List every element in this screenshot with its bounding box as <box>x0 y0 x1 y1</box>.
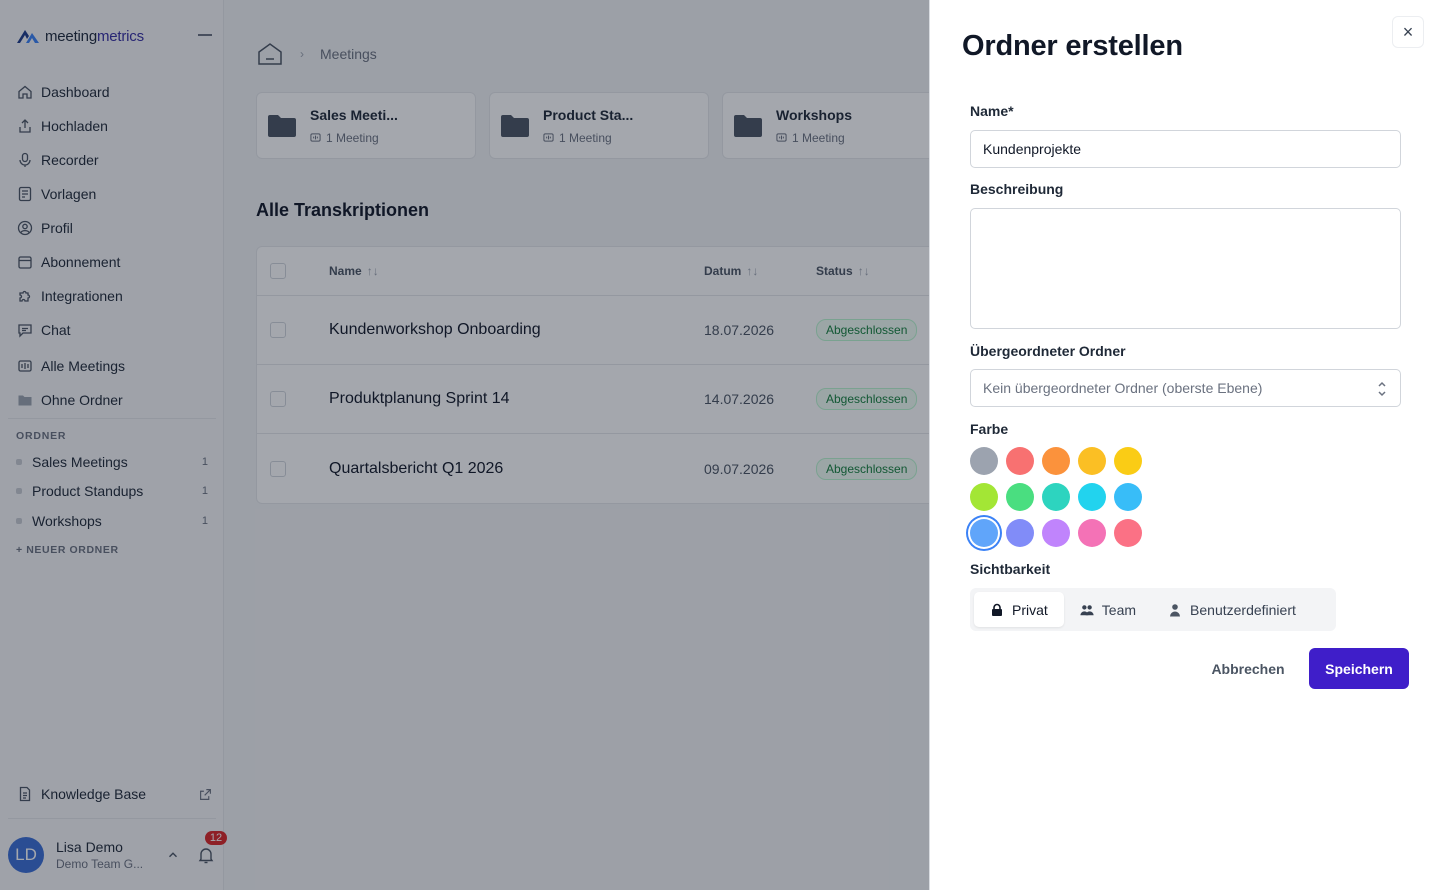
color-swatch[interactable] <box>1006 519 1034 547</box>
visibility-custom-button[interactable]: Benutzerdefiniert <box>1152 592 1312 627</box>
color-swatch[interactable] <box>1006 447 1034 475</box>
lock-icon <box>992 603 1002 616</box>
color-swatch[interactable] <box>1114 483 1142 511</box>
color-swatch[interactable] <box>1114 519 1142 547</box>
visibility-toggle-group: Privat Team Benutzerdefiniert <box>970 588 1336 631</box>
color-swatch[interactable] <box>1042 483 1070 511</box>
color-swatch[interactable] <box>1078 519 1106 547</box>
name-input[interactable]: Kundenprojekte <box>970 130 1401 168</box>
parent-folder-select[interactable]: Kein übergeordneter Ordner (oberste Eben… <box>970 369 1401 407</box>
create-folder-panel: × Ordner erstellen Name* Kundenprojekte … <box>929 0 1440 890</box>
user-icon <box>1170 603 1181 616</box>
color-swatch[interactable] <box>970 519 998 547</box>
panel-title: Ordner erstellen <box>962 30 1183 62</box>
description-textarea[interactable] <box>970 208 1401 329</box>
modal-backdrop[interactable] <box>0 0 929 890</box>
color-swatch[interactable] <box>1006 483 1034 511</box>
color-swatch[interactable] <box>1078 483 1106 511</box>
visibility-label: Sichtbarkeit <box>970 561 1051 577</box>
save-button[interactable]: Speichern <box>1309 648 1409 689</box>
close-icon: × <box>1402 21 1414 42</box>
color-swatch[interactable] <box>970 483 998 511</box>
team-icon <box>1080 604 1094 615</box>
name-label: Name* <box>970 103 1014 119</box>
color-label: Farbe <box>970 421 1009 437</box>
color-swatch[interactable] <box>1042 519 1070 547</box>
close-button[interactable]: × <box>1392 16 1424 48</box>
description-label: Beschreibung <box>970 181 1064 197</box>
parent-folder-value: Kein übergeordneter Ordner (oberste Eben… <box>983 380 1263 396</box>
color-swatch[interactable] <box>970 447 998 475</box>
visibility-team-button[interactable]: Team <box>1064 592 1152 627</box>
parent-folder-label: Übergeordneter Ordner <box>970 343 1126 359</box>
color-swatch[interactable] <box>1042 447 1070 475</box>
color-swatch[interactable] <box>1078 447 1106 475</box>
color-swatch[interactable] <box>1114 447 1142 475</box>
cancel-button[interactable]: Abbrechen <box>1196 648 1300 689</box>
visibility-private-button[interactable]: Privat <box>974 592 1064 627</box>
select-arrows-icon <box>1378 381 1386 397</box>
color-picker <box>970 447 1150 555</box>
